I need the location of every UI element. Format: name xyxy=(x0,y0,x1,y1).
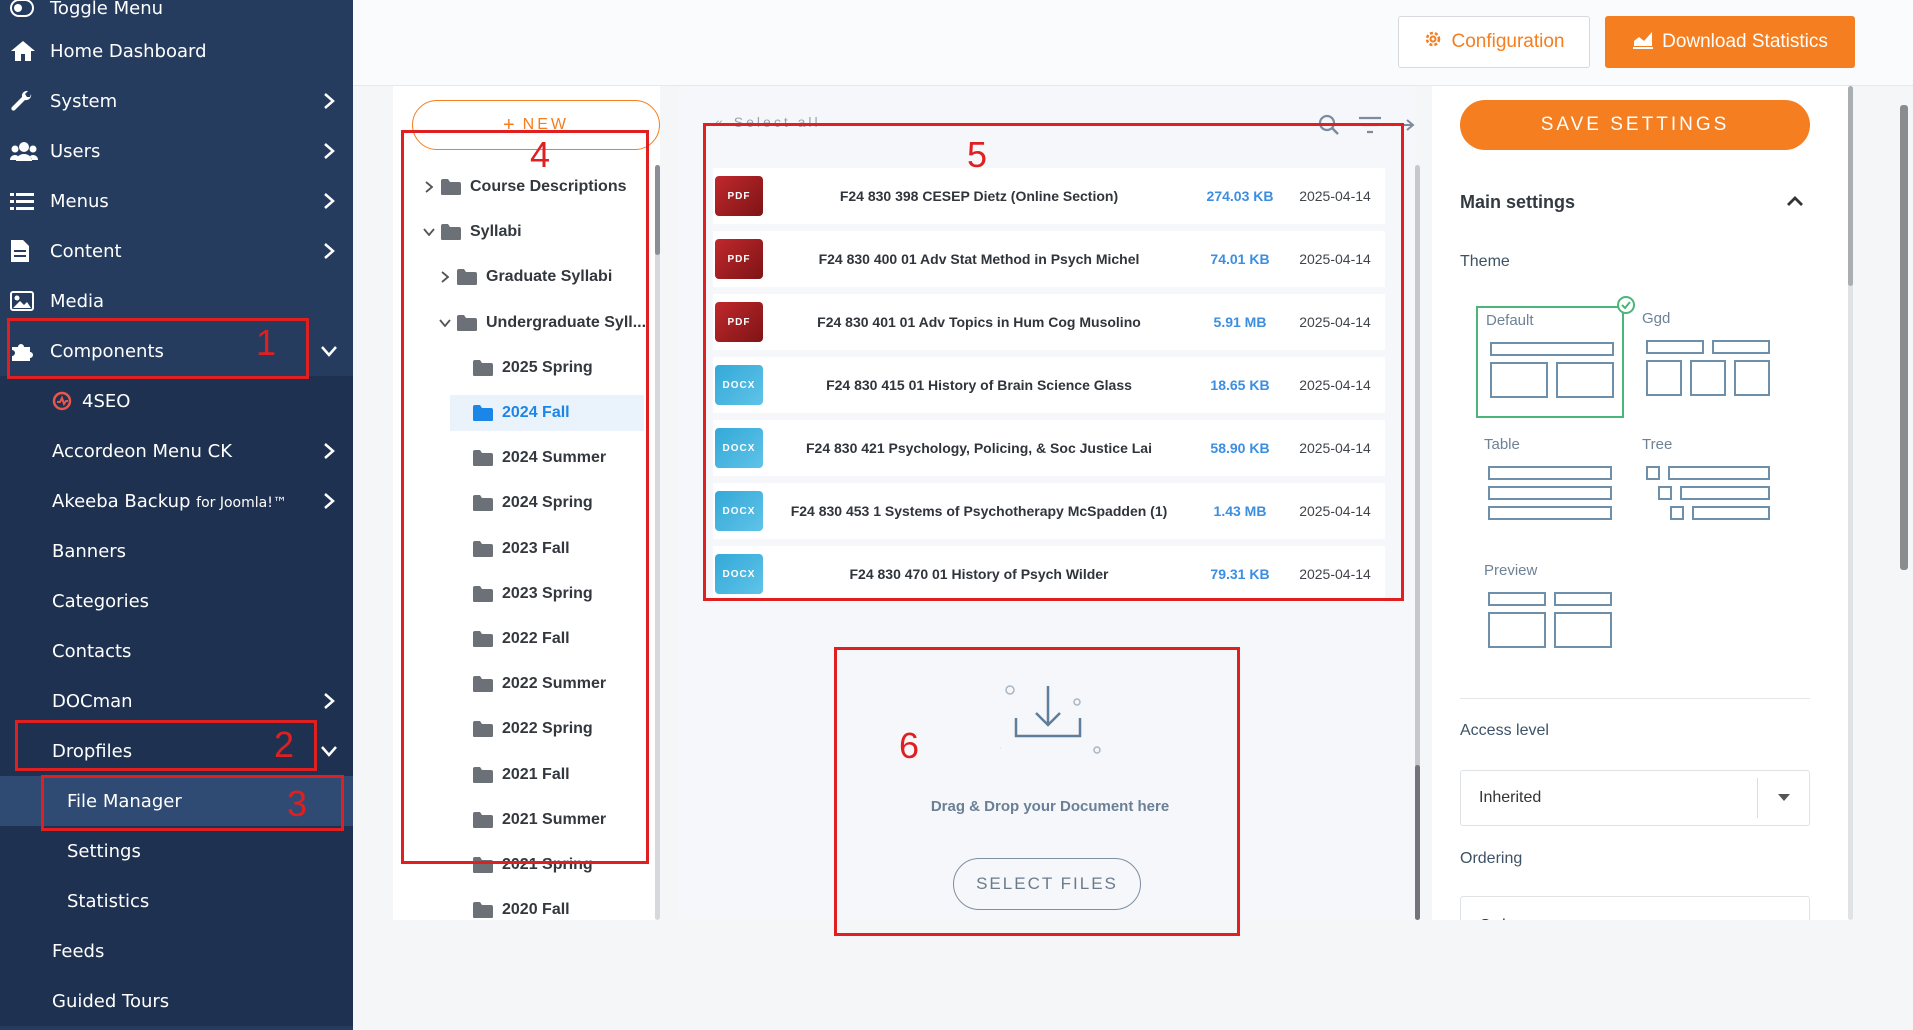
tree-scrollbar-thumb[interactable] xyxy=(655,165,660,255)
chevron-right-icon xyxy=(305,442,353,460)
list-icon xyxy=(0,191,50,211)
chevron-right-icon xyxy=(305,692,353,710)
chevron-right-icon xyxy=(305,192,353,210)
sidebar-item-home-dashboard[interactable]: Home Dashboard xyxy=(0,26,353,76)
chart-icon xyxy=(1632,29,1654,55)
access-level-label: Access level xyxy=(1460,722,1549,739)
divider xyxy=(1460,698,1810,699)
gear-icon xyxy=(1423,29,1443,55)
chevron-up-icon[interactable] xyxy=(1786,194,1804,212)
annotation-number-4: 4 xyxy=(530,134,551,175)
tree-folder-label: 2020 Fall xyxy=(502,901,570,919)
annotation-box-6 xyxy=(834,647,1240,936)
page-scrollbar-thumb[interactable] xyxy=(1900,105,1908,570)
chevron-down-icon xyxy=(305,345,353,357)
theme-default[interactable]: Default xyxy=(1476,296,1635,418)
image-icon xyxy=(0,291,50,311)
check-icon xyxy=(1617,296,1635,314)
theme-table[interactable]: Table xyxy=(1476,432,1624,544)
download-statistics-button[interactable]: Download Statistics xyxy=(1605,16,1855,68)
sidebar-item-statistics[interactable]: Statistics xyxy=(0,876,353,926)
access-level-select[interactable]: Inherited xyxy=(1460,770,1810,826)
main-settings-title: Main settings xyxy=(1460,192,1576,212)
configuration-button[interactable]: Configuration xyxy=(1398,16,1590,68)
files-scrollbar-thumb[interactable] xyxy=(1415,765,1420,920)
toggle-icon xyxy=(0,0,50,17)
sidebar-item-categories[interactable]: Categories xyxy=(0,576,353,626)
annotation-box-4 xyxy=(401,130,649,864)
sidebar-item-banners[interactable]: Banners xyxy=(0,526,353,576)
sidebar-item-docman[interactable]: DOCman xyxy=(0,676,353,726)
annotation-number-5: 5 xyxy=(967,134,988,175)
theme-tree[interactable]: Tree xyxy=(1634,432,1782,544)
file-icon xyxy=(0,239,50,263)
chevron-right-icon xyxy=(305,142,353,160)
sidebar-item-menus[interactable]: Menus xyxy=(0,176,353,226)
annotation-number-1: 1 xyxy=(256,322,277,363)
chevron-right-icon xyxy=(305,242,353,260)
chevron-right-icon xyxy=(305,492,353,510)
ordering-label: Ordering xyxy=(1460,850,1523,867)
caret-down-icon xyxy=(1757,778,1809,818)
folder-icon xyxy=(472,901,502,919)
sidebar-item-4seo[interactable]: 4SEO xyxy=(0,376,353,426)
annotation-box-5 xyxy=(703,123,1404,601)
tree-folder[interactable]: 2020 Fall xyxy=(450,892,570,928)
annotation-number-6: 6 xyxy=(899,725,920,766)
sidebar-item-content[interactable]: Content xyxy=(0,226,353,276)
sidebar-item-contacts[interactable]: Contacts xyxy=(0,626,353,676)
sidebar-item-accordeon-menu[interactable]: Accordeon Menu CK xyxy=(0,426,353,476)
theme-ggd[interactable]: Ggd xyxy=(1634,306,1782,418)
annotation-number-3: 3 xyxy=(287,783,308,824)
theme-label: Theme xyxy=(1460,253,1510,270)
annotation-number-2: 2 xyxy=(274,724,295,765)
seo-icon xyxy=(0,391,72,411)
tree-scrollbar-track[interactable] xyxy=(655,165,660,920)
home-icon xyxy=(0,40,50,62)
wrench-icon xyxy=(0,89,50,113)
settings-scrollbar-thumb[interactable] xyxy=(1848,86,1853,286)
sidebar-item-guided-tours[interactable]: Guided Tours xyxy=(0,976,353,1026)
sidebar: Toggle Menu Home Dashboard System Users … xyxy=(0,0,353,1030)
chevron-right-icon xyxy=(305,92,353,110)
theme-preview[interactable]: Preview xyxy=(1476,558,1624,670)
save-settings-button[interactable]: SAVE SETTINGS xyxy=(1460,100,1810,150)
sidebar-item-system[interactable]: System xyxy=(0,76,353,126)
annotation-box-2 xyxy=(15,720,317,771)
sidebar-item-settings[interactable]: Settings xyxy=(0,826,353,876)
users-icon xyxy=(0,141,50,161)
ordering-select[interactable]: Ord... xyxy=(1460,896,1810,920)
sidebar-item-feeds[interactable]: Feeds xyxy=(0,926,353,976)
sidebar-item-users[interactable]: Users xyxy=(0,126,353,176)
sidebar-item-akeeba-backup[interactable]: Akeeba Backup for Joomla!™ xyxy=(0,476,353,526)
